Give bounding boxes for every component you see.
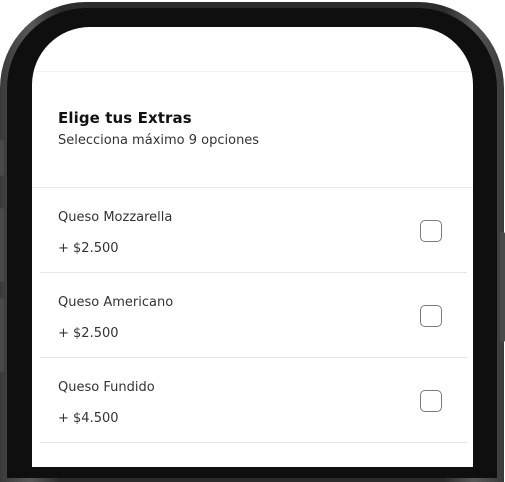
option-item-queso-mozzarella[interactable]: Queso Mozzarella + $2.500 (32, 188, 473, 273)
phone-side-button-volume-down (0, 298, 4, 372)
extras-option-list: Queso Mozzarella + $2.500 Queso American… (32, 188, 473, 443)
option-price: + $2.500 (58, 241, 119, 256)
extras-header: Elige tus Extras Selecciona máximo 9 opc… (58, 109, 259, 148)
phone-screen: Elige tus Extras Selecciona máximo 9 opc… (32, 27, 473, 467)
option-price: + $2.500 (58, 326, 119, 341)
extras-title: Elige tus Extras (58, 109, 192, 127)
option-checkbox[interactable] (420, 220, 442, 242)
option-name: Queso Fundido (58, 380, 155, 395)
option-name: Queso Americano (58, 295, 174, 310)
phone-side-button-volume-up (0, 208, 4, 282)
option-name: Queso Mozzarella (58, 210, 173, 225)
top-divider (32, 71, 473, 72)
option-checkbox[interactable] (420, 390, 442, 412)
option-divider (40, 442, 467, 443)
option-item-queso-americano[interactable]: Queso Americano + $2.500 (32, 273, 473, 358)
phone-side-button-power (500, 232, 505, 342)
option-item-queso-fundido[interactable]: Queso Fundido + $4.500 (32, 358, 473, 443)
extras-subtitle: Selecciona máximo 9 opciones (58, 133, 260, 148)
phone-side-button-mute (0, 140, 4, 176)
option-price: + $4.500 (58, 411, 119, 426)
option-checkbox[interactable] (420, 305, 442, 327)
